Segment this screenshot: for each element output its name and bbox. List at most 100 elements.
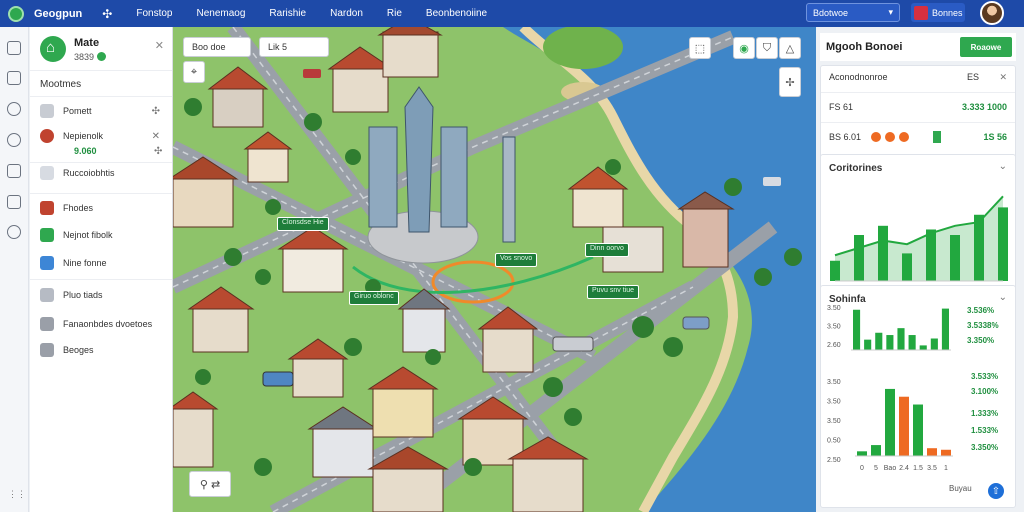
list-item-nine-fonne[interactable]: Nine fonne	[40, 252, 162, 274]
side-value: 3.536%	[967, 306, 995, 315]
map-filter-chip[interactable]: Boo doe	[183, 37, 251, 57]
divider	[821, 92, 1015, 93]
nav-item-4[interactable]: Nardon	[330, 8, 363, 19]
target-icon[interactable]	[7, 102, 21, 116]
tick-label: 3.50	[827, 399, 841, 406]
tick-label: 1	[944, 465, 948, 472]
triangle-icon[interactable]: △	[779, 37, 801, 59]
user-chip[interactable]: Bonnes	[911, 3, 965, 22]
stat-label: BS 6.01	[829, 132, 862, 142]
list-item-beoges[interactable]: Beoges	[40, 339, 162, 361]
search-icon[interactable]	[7, 133, 21, 147]
home-icon[interactable]	[7, 41, 21, 55]
tick-label: 3.50	[827, 418, 841, 425]
help-fab-icon[interactable]: ⇧	[988, 483, 1004, 499]
stat-value: 1S 56	[983, 132, 1007, 142]
layers-icon[interactable]	[7, 195, 21, 209]
nav-item-3[interactable]: Rarishie	[269, 8, 306, 19]
tag-icon[interactable]: ⬚	[689, 37, 711, 59]
document-icon[interactable]	[7, 71, 21, 85]
list-item-label: Pomett	[63, 106, 92, 116]
tick-label: Bao	[884, 465, 897, 472]
list-item-label: Ruccoiobhtis	[63, 168, 115, 178]
app-title: Geogpun	[34, 7, 83, 20]
tick-label: 1.5	[913, 465, 923, 472]
action-button[interactable]: Roaowe	[960, 37, 1012, 57]
list-item-fanaonbdes[interactable]: Fanaonbdes dvoetoes	[40, 313, 162, 335]
map-label[interactable]: Dinn oorvo	[585, 243, 629, 257]
cross-icon[interactable]: ✣	[102, 7, 112, 21]
city-map[interactable]: Boo doe Lik 5 ⌖ ⬚ ◉ ⛉ △ ✢ Clonsdse Hie V…	[173, 27, 816, 512]
map-label[interactable]: Vos snovo	[495, 253, 538, 267]
bar-chart-top: 3.50 3.50 2.60	[827, 305, 951, 351]
list-item-label: Beoges	[63, 345, 94, 355]
close-icon[interactable]: ✕	[155, 39, 164, 52]
list-item-label: Fanaonbdes dvoetoes	[63, 319, 153, 329]
list-item-pomett[interactable]: Pomett ✣	[40, 100, 162, 122]
list-item-ruccoiobhtis[interactable]: Ruccoiobhtis	[40, 162, 162, 184]
list-item-label: Nejnot fibolk	[63, 230, 113, 240]
list-item-label: Nepienolk	[63, 131, 104, 141]
chart-bar	[927, 448, 937, 456]
chart-bar	[885, 388, 895, 456]
tick-label: 3.50	[827, 305, 841, 312]
tick-label: 3.50	[827, 379, 841, 386]
list-item-label: Fhodes	[63, 203, 94, 213]
stat-value: 3.333 1000	[961, 102, 1007, 112]
stat-row: BS 6.01 1S 56	[829, 131, 1007, 143]
line-chart-card: Coritorines ⌄ 2021242033.0204	[820, 154, 1016, 300]
building-icon	[40, 288, 54, 302]
grid-icon[interactable]: ⋮⋮	[8, 489, 26, 500]
map-label[interactable]: Giruo oblonc	[349, 291, 399, 305]
search-select-label: Bdotwoe	[813, 7, 849, 18]
user-icon[interactable]	[7, 225, 21, 239]
side-value: 3.350%	[971, 443, 999, 452]
side-value: 3.5338%	[967, 321, 999, 330]
compass-icon[interactable]: ◉	[733, 37, 755, 59]
pin-icon[interactable]: ✣	[154, 146, 162, 157]
footer-label: Buyau	[949, 484, 972, 493]
nav-item-2[interactable]: Nenemaog	[196, 8, 245, 19]
walk-mode-icon[interactable]: ⚲ ⇄	[189, 471, 231, 497]
chart-bar	[941, 449, 951, 456]
side-value: 3.100%	[971, 387, 999, 396]
list-item-nepienolk[interactable]: Nepienolk ✕	[40, 125, 162, 147]
chevron-down-icon[interactable]: ⌄	[999, 292, 1007, 303]
side-value: 3.350%	[967, 336, 995, 345]
divider	[30, 279, 172, 280]
list-item-nejnot[interactable]: Nejnot fibolk	[40, 224, 162, 246]
list-icon[interactable]	[7, 164, 21, 178]
nav-item-6[interactable]: Beonbenoiine	[426, 8, 487, 19]
side-value: 1.533%	[971, 426, 999, 435]
tick-label: 3.50	[827, 323, 841, 330]
locate-icon[interactable]: ⌖	[183, 61, 205, 83]
tick-label: 2.60	[827, 342, 841, 349]
search-select[interactable]: Bdotwoe ▾	[806, 3, 900, 22]
close-icon[interactable]: ✕	[999, 72, 1007, 83]
avatar[interactable]	[980, 1, 1004, 25]
chart-bar	[886, 335, 894, 350]
zoom-control-icon[interactable]: ✢	[779, 67, 801, 97]
character-icon	[40, 129, 54, 143]
list-item-pluo-tiads[interactable]: Pluo tiads	[40, 284, 162, 306]
chart-bar	[864, 339, 872, 350]
map-canvas	[173, 27, 816, 512]
pin-icon[interactable]: ✣	[152, 106, 160, 117]
map-label[interactable]: Clonsdse Hie	[277, 217, 329, 231]
right-panel-title: Mgooh Bonoei	[826, 41, 903, 53]
pin-icon[interactable]: ✕	[152, 131, 160, 142]
chevron-down-icon[interactable]: ⌄	[999, 161, 1007, 172]
filter-icon[interactable]: ⛉	[756, 37, 778, 59]
panel-subtitle: 3839	[74, 52, 107, 62]
chart-bar	[930, 338, 938, 350]
left-panel: Mate 3839 ✕ Mootmes Pomett ✣ Nepienolk ✕…	[30, 27, 173, 512]
list-item-fhodes[interactable]: Fhodes	[40, 197, 162, 219]
nav-item-5[interactable]: Rie	[387, 8, 402, 19]
map-layer-chip[interactable]: Lik 5	[259, 37, 329, 57]
status-dot-icon	[97, 52, 107, 61]
chart-bar	[908, 335, 916, 350]
nav-item-1[interactable]: Fonstop	[136, 8, 172, 19]
map-label[interactable]: Puvu snv tiue	[587, 285, 640, 299]
chart-bar	[941, 308, 949, 350]
right-panel: Mgooh Bonoei Roaowe Aconodnonroe ES ✕ FS…	[816, 27, 1024, 512]
